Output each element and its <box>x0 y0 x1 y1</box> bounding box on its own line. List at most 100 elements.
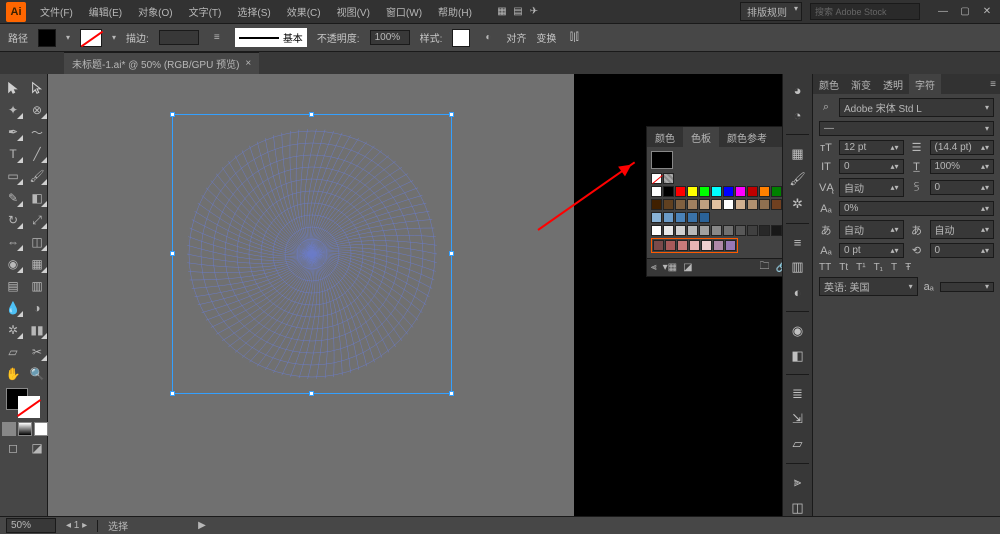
swatch[interactable] <box>675 225 686 236</box>
bbox-handle-s[interactable] <box>309 391 314 396</box>
cp-tab-transparency[interactable]: 透明 <box>877 74 909 95</box>
language-field[interactable]: 英语: 美国▾ <box>819 277 918 296</box>
tab-swatches[interactable]: 色板 <box>683 127 719 148</box>
menu-file[interactable]: 文件(F) <box>34 2 79 21</box>
swatch[interactable] <box>747 199 758 210</box>
swatch[interactable] <box>663 212 674 223</box>
column-graph-tool[interactable]: ▮▮ <box>26 320 48 340</box>
underline[interactable]: T <box>891 262 897 273</box>
swatch[interactable] <box>665 240 676 251</box>
dock-pathfinder-icon[interactable]: ◫ <box>789 499 807 516</box>
dock-artboards-icon[interactable]: ▱ <box>789 436 807 453</box>
rotate-tool[interactable]: ↻ <box>2 210 24 230</box>
curvature-tool[interactable]: ～ <box>26 122 48 142</box>
menu-object[interactable]: 对象(O) <box>132 2 178 21</box>
tracking-field[interactable]: 100%▴▾ <box>930 159 995 174</box>
free-transform-tool[interactable]: ◫ <box>26 232 48 252</box>
blend-tool[interactable]: ◑ <box>26 298 48 318</box>
status-play-icon[interactable]: ▶ <box>198 520 206 531</box>
swatch[interactable] <box>711 186 722 197</box>
transform-link[interactable]: 变换 <box>536 30 556 45</box>
draw-behind[interactable]: ◪ <box>26 438 48 458</box>
swatch[interactable] <box>759 186 770 197</box>
paintbrush-tool[interactable]: 🖌 <box>26 166 48 186</box>
swatch[interactable] <box>651 212 662 223</box>
pencil-tool[interactable]: ✎ <box>2 188 24 208</box>
aki-field[interactable]: 自动▴▾ <box>930 220 995 239</box>
link-icon[interactable]: 🔗 <box>775 262 782 273</box>
align-link[interactable]: 对齐 <box>506 30 526 45</box>
bbox-handle-se[interactable] <box>449 391 454 396</box>
document-tab[interactable]: 未标题-1.ai* @ 50% (RGB/GPU 预览) × <box>64 52 259 74</box>
baseline-field[interactable]: 0%▴▾ <box>839 201 994 216</box>
stroke-weight-field[interactable] <box>159 30 199 45</box>
document-tab-close[interactable]: × <box>245 58 251 69</box>
swatch[interactable] <box>699 186 710 197</box>
dock-color-icon[interactable]: ◕ <box>789 82 807 99</box>
font-search-icon[interactable]: ⌕ <box>819 101 833 114</box>
swatch[interactable] <box>771 225 782 236</box>
artboard-nav[interactable]: ◂ 1 ▸ <box>66 520 87 531</box>
dock-symbols-icon[interactable]: ✲ <box>789 196 807 213</box>
swatch[interactable] <box>677 240 688 251</box>
stroke-swatch[interactable] <box>80 29 102 47</box>
fill-stroke-control[interactable] <box>2 386 48 420</box>
swatch[interactable] <box>759 225 770 236</box>
swatch[interactable] <box>701 240 712 251</box>
menu-type[interactable]: 文字(T) <box>183 2 228 21</box>
scale-tool[interactable]: ⤢ <box>26 210 48 230</box>
stroke-color-box[interactable] <box>18 396 40 418</box>
show-kinds-icon[interactable]: ▾▦ <box>663 262 677 273</box>
swatch[interactable] <box>747 225 758 236</box>
dock-swatches-icon[interactable]: ▦ <box>789 145 807 162</box>
dock-transparency-icon[interactable]: ◐ <box>789 284 807 301</box>
swatch[interactable] <box>687 199 698 210</box>
swatch[interactable] <box>687 212 698 223</box>
isolate-icon[interactable]: ⫿|⫿ <box>566 30 582 46</box>
menu-window[interactable]: 窗口(W) <box>380 2 428 21</box>
bbox-handle-ne[interactable] <box>449 112 454 117</box>
fill-swatch[interactable] <box>38 29 56 47</box>
zoom-tool[interactable]: 🔍 <box>26 364 48 384</box>
swatch[interactable] <box>759 199 770 210</box>
shape-builder-tool[interactable]: ◉ <box>2 254 24 274</box>
stock-icon[interactable]: ▤ <box>510 4 526 20</box>
char-panel-menu-icon[interactable]: ≡ <box>986 79 1000 90</box>
swatch-libraries-icon[interactable]: ⫷ <box>651 262 657 273</box>
swatch[interactable] <box>689 240 700 251</box>
menu-help[interactable]: 帮助(H) <box>432 2 478 21</box>
kerning-field[interactable]: 0▴▾ <box>839 159 904 174</box>
fill-dropdown-icon[interactable]: ▾ <box>66 33 70 42</box>
eyedropper-tool[interactable]: 💧 <box>2 298 24 318</box>
dock-align-icon[interactable]: ⫸ <box>789 474 807 491</box>
width-tool[interactable]: ⇔ <box>2 232 24 252</box>
menu-select[interactable]: 选择(S) <box>231 2 276 21</box>
tsume-field[interactable]: 自动▴▾ <box>839 220 904 239</box>
swatch[interactable] <box>723 186 734 197</box>
dock-graphic-styles-icon[interactable]: ◧ <box>789 347 807 364</box>
swatch[interactable] <box>713 240 724 251</box>
dock-appearance-icon[interactable]: ◉ <box>789 322 807 339</box>
swatch[interactable] <box>675 186 686 197</box>
hscale-field[interactable]: 0▴▾ <box>930 180 995 195</box>
subscript[interactable]: T₁ <box>874 262 883 273</box>
dock-stroke-icon[interactable]: ≡ <box>789 234 807 251</box>
window-maximize[interactable]: ▢ <box>958 5 972 19</box>
bridge-icon[interactable]: ▦ <box>494 4 510 20</box>
char-rotate-field[interactable]: 0▴▾ <box>930 243 995 258</box>
rectangle-tool[interactable]: ▭ <box>2 166 24 186</box>
swatch[interactable] <box>711 199 722 210</box>
swatch-options-icon[interactable]: ◪ <box>683 262 692 273</box>
caps-small[interactable]: Tt <box>839 262 848 273</box>
selection-bounding-box[interactable] <box>172 114 452 394</box>
var-width-icon[interactable]: ≡ <box>209 30 225 46</box>
cp-tab-gradient[interactable]: 渐变 <box>845 74 877 95</box>
dock-gradient-icon[interactable]: ▥ <box>789 259 807 276</box>
pen-tool[interactable]: ✒ <box>2 122 24 142</box>
mesh-tool[interactable]: ▤ <box>2 276 24 296</box>
workspace-switcher[interactable]: 排版规则 <box>740 2 802 21</box>
font-family-field[interactable]: Adobe 宋体 Std L▾ <box>839 98 994 117</box>
slice-tool[interactable]: ✂ <box>26 342 48 362</box>
bbox-handle-w[interactable] <box>170 251 175 256</box>
dock-brushes-icon[interactable]: 🖌 <box>789 170 807 187</box>
